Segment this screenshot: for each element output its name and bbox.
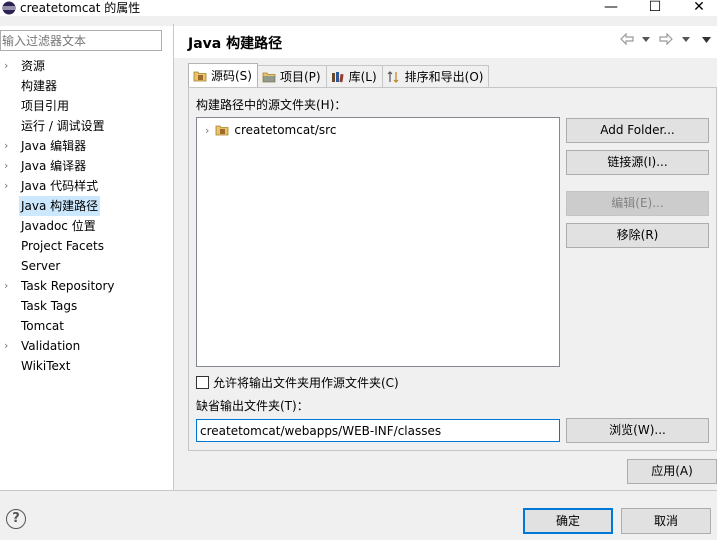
chevron-right-icon[interactable]: › (205, 124, 209, 137)
chevron-right-icon[interactable]: › (4, 276, 14, 296)
tree-item[interactable]: Task Tags (0, 296, 173, 316)
tree-item[interactable]: 构建器 (0, 76, 173, 96)
tree-item-label: 项目引用 (21, 99, 70, 113)
tree-item[interactable]: › Java 代码样式 (0, 176, 173, 196)
property-tree: › 资源 构建器 项目引用 运行 / 调试设置 › Java 编辑器 › Java 编译器 › Ja… (0, 56, 173, 376)
add-folder-button[interactable]: Add Folder... (566, 118, 709, 143)
tree-item-label: Validation (21, 339, 81, 353)
tree-item[interactable]: 项目引用 (0, 96, 173, 116)
edit-button[interactable]: 编辑(E)... (566, 191, 709, 216)
tab-libraries-label: 库(L) (348, 69, 377, 84)
close-button[interactable]: ✕ (689, 0, 709, 16)
source-folders-list[interactable]: › createtomcat/src (196, 117, 560, 367)
output-folder-input[interactable] (196, 419, 560, 442)
tab-source[interactable]: 源码(S) (188, 63, 258, 87)
eclipse-icon (2, 1, 16, 15)
chevron-right-icon[interactable]: › (4, 176, 14, 196)
tree-item[interactable]: Tomcat (0, 316, 173, 336)
view-menu-icon[interactable] (702, 37, 711, 43)
tree-item[interactable]: Server (0, 256, 173, 276)
tree-item-label: Java 编辑器 (21, 139, 87, 153)
link-source-button[interactable]: 链接源(I)... (566, 150, 709, 175)
tree-item-label: Java 编译器 (21, 159, 87, 173)
tab-order-export[interactable]: 排序和导出(O) (381, 65, 490, 87)
footer-separator (0, 490, 717, 491)
allow-output-checkbox[interactable] (196, 375, 209, 389)
source-folders-label: 构建路径中的源文件夹(H)： (196, 98, 347, 112)
tree-item-label: Java 构建路径 (19, 196, 101, 216)
tree-item[interactable]: › Validation (0, 336, 173, 356)
back-dropdown-icon[interactable] (642, 37, 650, 42)
tree-item[interactable]: Java 构建路径 (0, 196, 173, 216)
tab-libraries[interactable]: 库(L) (325, 65, 383, 87)
tree-item-label: Project Facets (21, 239, 104, 253)
order-export-icon (387, 70, 399, 83)
help-button[interactable]: ? (6, 509, 26, 529)
allow-output-row[interactable]: 允许将输出文件夹用作源文件夹(C) (196, 374, 399, 390)
tree-item-label: Task Tags (21, 299, 78, 313)
tree-item[interactable]: Project Facets (0, 236, 173, 256)
tree-item[interactable]: Javadoc 位置 (0, 216, 173, 236)
chevron-right-icon[interactable]: › (4, 336, 14, 356)
page-title: Java 构建路径 (188, 36, 283, 52)
chevron-right-icon[interactable]: › (4, 156, 14, 176)
tree-item-label: WikiText (21, 359, 71, 373)
source-folder-icon (193, 71, 207, 81)
source-folder-icon (216, 125, 229, 136)
back-arrow-icon[interactable] (620, 33, 634, 45)
tree-item-label: 资源 (21, 59, 46, 73)
tree-item[interactable]: › Java 编辑器 (0, 136, 173, 156)
tab-source-label: 源码(S) (211, 68, 252, 83)
allow-output-label: 允许将输出文件夹用作源文件夹(C) (213, 375, 399, 390)
list-item[interactable]: › createtomcat/src (205, 122, 336, 138)
tree-item-label: Tomcat (21, 319, 64, 333)
chevron-right-icon[interactable]: › (4, 56, 14, 76)
tree-item-label: 构建器 (21, 79, 58, 93)
tab-projects[interactable]: 项目(P) (256, 65, 327, 87)
tree-item[interactable]: › 资源 (0, 56, 173, 76)
tree-item-label: 运行 / 调试设置 (21, 119, 105, 133)
tree-item-label: Task Repository (21, 279, 115, 293)
tree-item-label: Java 代码样式 (21, 179, 99, 193)
tree-item[interactable]: 运行 / 调试设置 (0, 116, 173, 136)
tree-item-label: Server (21, 259, 61, 273)
browse-button[interactable]: 浏览(W)... (566, 418, 709, 443)
apply-button[interactable]: 应用(A) (627, 459, 717, 484)
tree-item[interactable]: › Java 编译器 (0, 156, 173, 176)
source-folder-name: createtomcat/src (234, 123, 337, 137)
tab-projects-label: 项目(P) (279, 69, 321, 84)
minimize-button[interactable]: — (601, 0, 621, 16)
filter-input[interactable] (0, 30, 162, 51)
tree-item-label: Javadoc 位置 (21, 219, 96, 233)
maximize-button[interactable]: ☐ (645, 0, 665, 16)
cancel-button[interactable]: 取消 (621, 508, 711, 534)
project-icon (262, 72, 276, 82)
forward-dropdown-icon[interactable] (682, 37, 690, 42)
tree-item[interactable]: › Task Repository (0, 276, 173, 296)
tree-item[interactable]: WikiText (0, 356, 173, 376)
library-icon (331, 71, 344, 82)
tab-bar: 源码(S) 项目(P) 库(L) 排序和导出(O) (188, 63, 490, 87)
forward-arrow-icon[interactable] (659, 33, 673, 45)
remove-button[interactable]: 移除(R) (566, 223, 709, 248)
output-folder-label: 缺省输出文件夹(T)： (196, 399, 309, 413)
ok-button[interactable]: 确定 (523, 508, 613, 534)
tab-order-export-label: 排序和导出(O) (404, 69, 484, 84)
chevron-right-icon[interactable]: › (4, 136, 14, 156)
title-bar: createtomcat 的属性 — ☐ ✕ (0, 0, 717, 16)
window-title: createtomcat 的属性 (20, 1, 141, 15)
